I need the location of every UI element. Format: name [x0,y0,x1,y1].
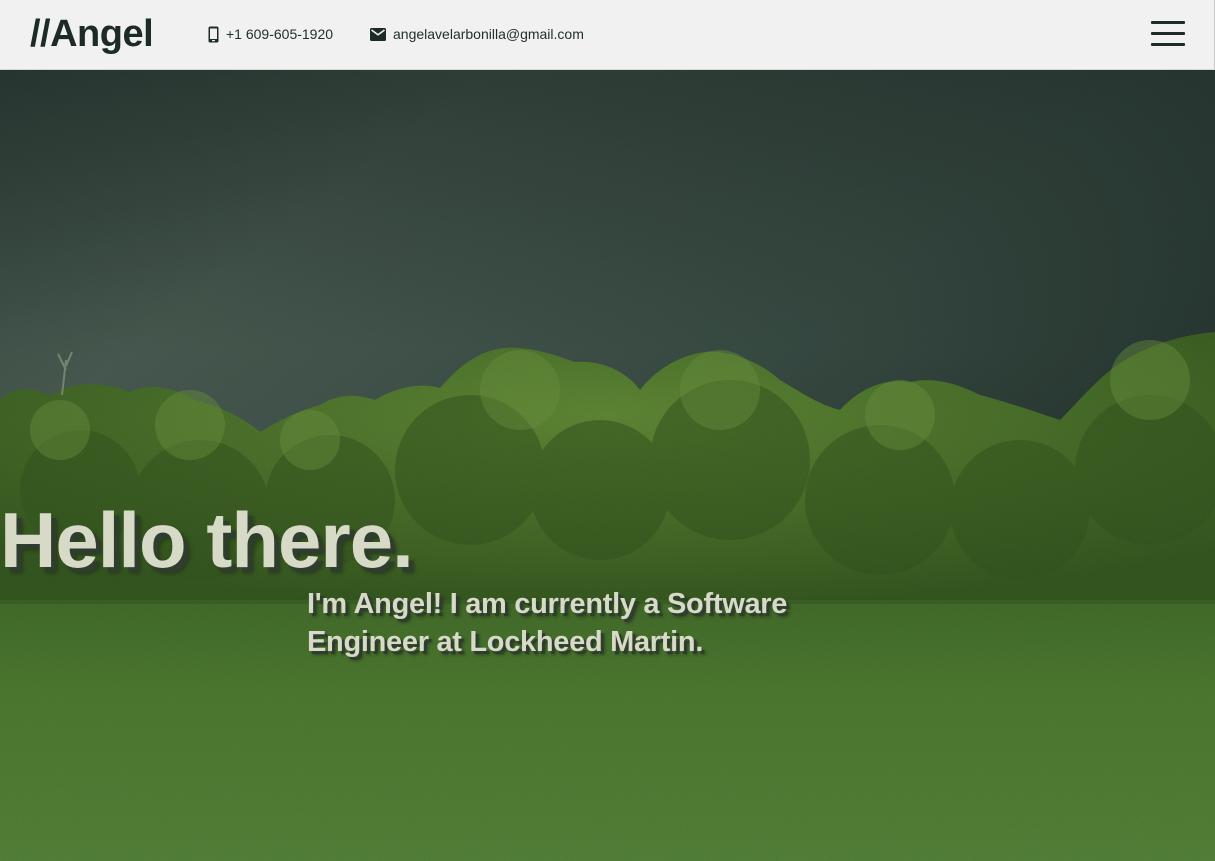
email-address-text: angelavelarbonilla@gmail.com [393,26,584,42]
hamburger-menu-icon[interactable] [1151,20,1185,48]
brand-logo-link[interactable]: //Angel [30,11,154,57]
menu-bar-bottom [1151,43,1185,46]
email-link[interactable]: angelavelarbonilla@gmail.com [370,24,584,44]
mail-icon [370,27,386,41]
page: //Angel +1 609-605-1920 angelavelarbonil… [0,0,1215,861]
hero-title: Hello there. [0,496,414,584]
hero-background-image [0,70,1215,861]
hero-subtitle: I'm Angel! I am currently a Software Eng… [307,588,788,658]
menu-bar-top [1151,21,1185,24]
hero-section: Hello there. I'm Angel! I am currently a… [0,70,1215,861]
menu-bar-middle [1151,32,1185,35]
top-navbar: //Angel +1 609-605-1920 angelavelarbonil… [0,0,1215,70]
phone-link[interactable]: +1 609-605-1920 [208,24,333,44]
phone-number-text: +1 609-605-1920 [226,26,334,42]
phone-icon [208,26,219,43]
